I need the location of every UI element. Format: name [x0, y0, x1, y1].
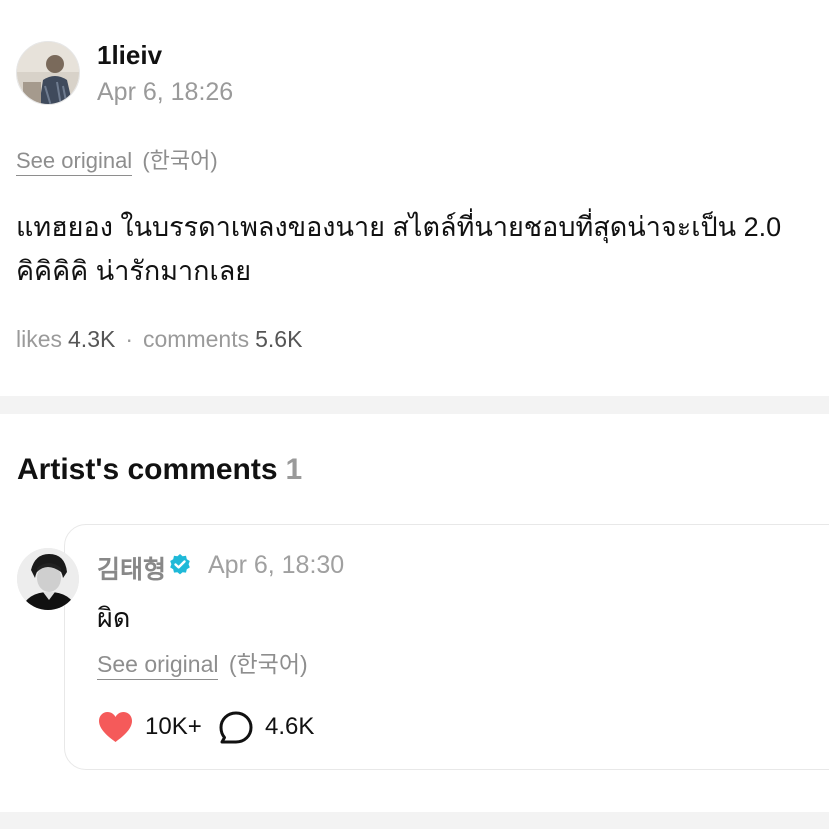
see-original-link[interactable]: See original — [16, 148, 133, 176]
comments-label[interactable]: comments — [143, 326, 249, 352]
translation-row: See original (한국어) — [16, 143, 218, 176]
original-language: (한국어) — [142, 148, 218, 173]
artist-name[interactable]: 김태형 — [97, 550, 166, 586]
artist-comments-heading: Artist's comments 1 — [17, 453, 302, 487]
artist-comments-count: 1 — [285, 453, 303, 486]
like-count: 10K+ — [145, 713, 202, 740]
artist-comment-text: ผิด — [97, 603, 131, 633]
comments-count[interactable]: 5.6K — [255, 326, 302, 352]
likes-label: likes — [16, 326, 63, 352]
post-stats: likes 4.3K · comments 5.6K — [16, 326, 302, 353]
artist-see-original-link[interactable]: See original — [97, 651, 219, 680]
author-avatar[interactable] — [16, 41, 80, 105]
bottom-divider — [0, 812, 829, 829]
heart-icon[interactable] — [97, 710, 134, 744]
artist-translation-row: See original (한국어) — [97, 645, 308, 680]
post-text-line-1: แทฮยอง ในบรรดาเพลงของนาย สไตล์ที่นายชอบท… — [16, 212, 782, 242]
artist-comments-title: Artist's comments — [17, 453, 278, 486]
verified-badge-icon — [170, 554, 190, 575]
artist-comment-timestamp: Apr 6, 18:30 — [208, 551, 345, 579]
likes-count: 4.3K — [68, 326, 116, 352]
post-text-line-2: คิคิคิคิ น่ารักมากเลย — [16, 256, 252, 286]
post-timestamp: Apr 6, 18:26 — [97, 78, 234, 106]
artist-original-language: (한국어) — [228, 651, 308, 677]
stats-separator: · — [125, 326, 134, 352]
artist-avatar[interactable] — [17, 548, 79, 610]
author-name[interactable]: 1lieiv — [97, 40, 162, 71]
post-text: แทฮยอง ในบรรดาเพลงของนาย สไตล์ที่นายชอบท… — [16, 205, 828, 293]
post: 1lieiv Apr 6, 18:26 See original (한국어) แ… — [0, 0, 829, 396]
reply-count: 4.6K — [265, 713, 315, 740]
comment-bubble-icon[interactable] — [218, 710, 254, 746]
section-divider — [0, 396, 829, 414]
